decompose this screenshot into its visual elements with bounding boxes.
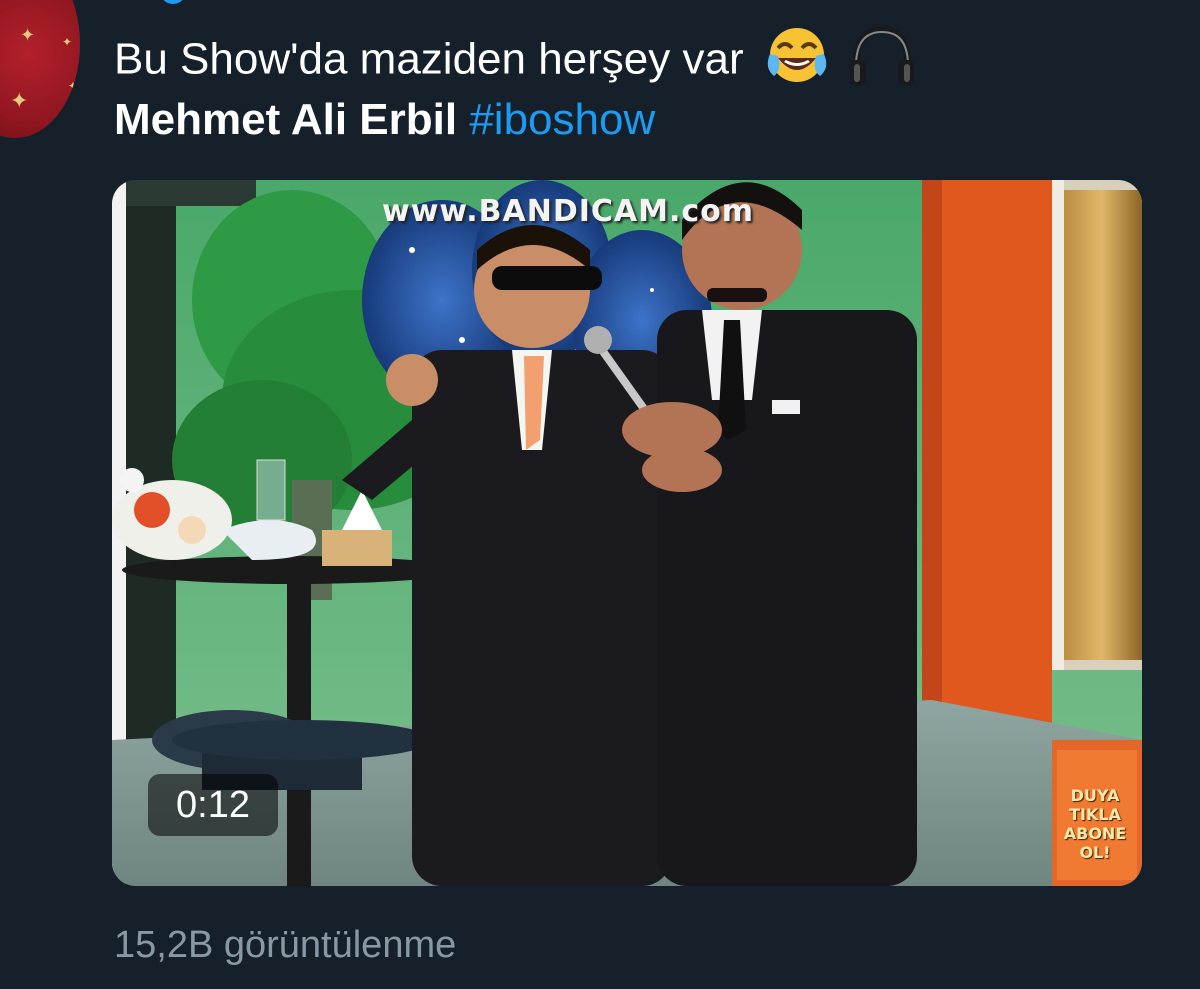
channel-logo-line: TIKLA (1069, 805, 1121, 824)
video-player[interactable]: www.BANDICAM.com DUYA TIKLA ABONE OL! 0:… (112, 180, 1142, 886)
video-duration-badge: 0:12 (148, 774, 278, 836)
headphones-icon (846, 22, 918, 102)
tweet-text-line1: Bu Show'da maziden herşey var (114, 34, 744, 84)
hashtag-link[interactable]: #iboshow (469, 95, 655, 144)
channel-logo-line: ABONE OL! (1063, 824, 1127, 862)
user-avatar[interactable]: ✦ ✦ ✦ ✦ (0, 0, 80, 138)
video-watermark: www.BANDICAM.com (382, 194, 755, 229)
star-decoration-icon: ✦ (62, 35, 73, 49)
verified-badge-icon (160, 0, 186, 4)
view-count[interactable]: 15,2B görüntülenme (114, 920, 456, 970)
face-with-tears-of-joy-icon (764, 24, 830, 100)
star-decoration-icon: ✦ (20, 25, 36, 45)
channel-logo: DUYA TIKLA ABONE OL! (1057, 786, 1133, 862)
tweet-text-line2: Mehmet Ali Erbil #iboshow (114, 92, 655, 148)
star-decoration-icon: ✦ (68, 79, 79, 93)
channel-logo-line: DUYA (1070, 786, 1120, 805)
tweet-text: Bu Show'da maziden herşey var (114, 22, 918, 102)
star-decoration-icon: ✦ (10, 88, 29, 113)
mentioned-name: Mehmet Ali Erbil (114, 95, 458, 144)
truncated-header (160, 0, 630, 6)
